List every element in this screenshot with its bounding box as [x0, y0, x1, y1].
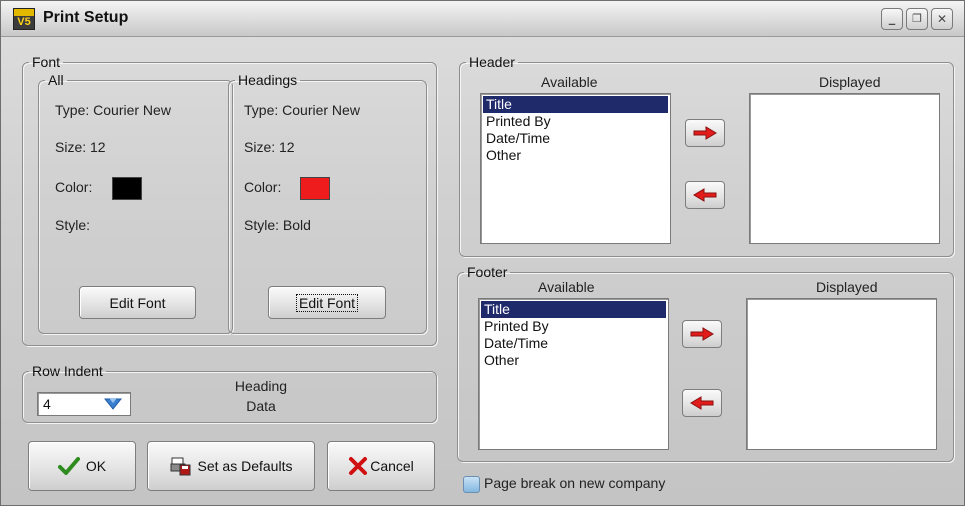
- headings-color-label: Color:: [244, 179, 282, 195]
- row-indent-heading-label: Heading: [234, 378, 288, 394]
- list-item[interactable]: Date/Time: [481, 335, 666, 352]
- header-displayed-list[interactable]: [749, 93, 940, 244]
- footer-available-list[interactable]: Title Printed By Date/Time Other: [478, 298, 669, 450]
- list-item[interactable]: Printed By: [481, 318, 666, 335]
- all-style-label: Style:: [55, 217, 91, 233]
- footer-add-button[interactable]: [682, 320, 722, 348]
- row-indent-legend: Row Indent: [32, 363, 103, 379]
- row-indent-select[interactable]: 4: [37, 392, 131, 416]
- close-button[interactable]: ✕: [931, 8, 953, 30]
- set-as-defaults-label: Set as Defaults: [197, 458, 293, 474]
- headings-style-label: Style: Bold: [244, 217, 311, 233]
- arrow-right-icon: [693, 126, 717, 140]
- cancel-label: Cancel: [370, 458, 414, 474]
- headings-edit-font-label: Edit Font: [295, 293, 359, 312]
- all-color-label: Color:: [55, 179, 93, 195]
- arrow-left-icon: [690, 396, 714, 410]
- page-break-label[interactable]: Page break on new company: [484, 475, 665, 491]
- headings-legend: Headings: [238, 72, 298, 88]
- print-setup-window: V5 Print Setup _ ❐ ✕ Font All Type: Cour…: [0, 0, 965, 506]
- headings-color-swatch[interactable]: [300, 177, 330, 200]
- all-edit-font-label: Edit Font: [109, 294, 166, 311]
- all-edit-font-button[interactable]: Edit Font: [79, 286, 196, 319]
- minimize-icon: _: [888, 11, 896, 26]
- app-logo-icon: V5: [13, 8, 35, 30]
- headings-type-label: Type: Courier New: [244, 102, 360, 118]
- headings-size-label: Size: 12: [244, 139, 295, 155]
- headings-edit-font-button[interactable]: Edit Font: [268, 286, 386, 319]
- all-type-label: Type: Courier New: [55, 102, 171, 118]
- list-item[interactable]: Other: [483, 147, 668, 164]
- arrow-left-icon: [693, 188, 717, 202]
- list-item[interactable]: Title: [483, 96, 668, 113]
- all-legend: All: [48, 72, 64, 88]
- minimize-button[interactable]: _: [881, 8, 903, 30]
- list-item[interactable]: Date/Time: [483, 130, 668, 147]
- dropdown-arrow-icon: [104, 398, 122, 410]
- title-bar[interactable]: V5 Print Setup _ ❐ ✕: [1, 1, 964, 37]
- row-indent-data-label: Data: [246, 398, 276, 414]
- row-indent-value: 4: [43, 396, 51, 412]
- footer-available-label: Available: [538, 279, 595, 295]
- list-item[interactable]: Printed By: [483, 113, 668, 130]
- close-icon: ✕: [936, 12, 948, 26]
- list-item[interactable]: Title: [481, 301, 666, 318]
- all-size-label: Size: 12: [55, 139, 106, 155]
- cancel-button[interactable]: Cancel: [327, 441, 435, 491]
- header-available-label: Available: [541, 74, 598, 90]
- restore-button[interactable]: ❐: [906, 8, 928, 30]
- footer-remove-button[interactable]: [682, 389, 722, 417]
- header-add-button[interactable]: [685, 119, 725, 147]
- check-icon: [57, 457, 80, 475]
- footer-displayed-label: Displayed: [816, 279, 878, 295]
- restore-icon: ❐: [912, 12, 922, 25]
- footer-displayed-list[interactable]: [746, 298, 937, 450]
- header-legend: Header: [469, 54, 515, 70]
- printer-disk-icon: [170, 457, 191, 476]
- list-item[interactable]: Other: [481, 352, 666, 369]
- page-break-checkbox[interactable]: [463, 476, 480, 493]
- x-icon: [349, 457, 368, 475]
- header-available-list[interactable]: Title Printed By Date/Time Other: [480, 93, 671, 244]
- set-as-defaults-button[interactable]: Set as Defaults: [147, 441, 315, 491]
- header-remove-button[interactable]: [685, 181, 725, 209]
- header-displayed-label: Displayed: [819, 74, 881, 90]
- arrow-right-icon: [690, 327, 714, 341]
- all-color-swatch[interactable]: [112, 177, 142, 200]
- ok-button[interactable]: OK: [28, 441, 136, 491]
- window-title: Print Setup: [43, 9, 129, 26]
- font-legend: Font: [32, 54, 61, 70]
- footer-legend: Footer: [467, 264, 508, 280]
- ok-label: OK: [85, 458, 107, 474]
